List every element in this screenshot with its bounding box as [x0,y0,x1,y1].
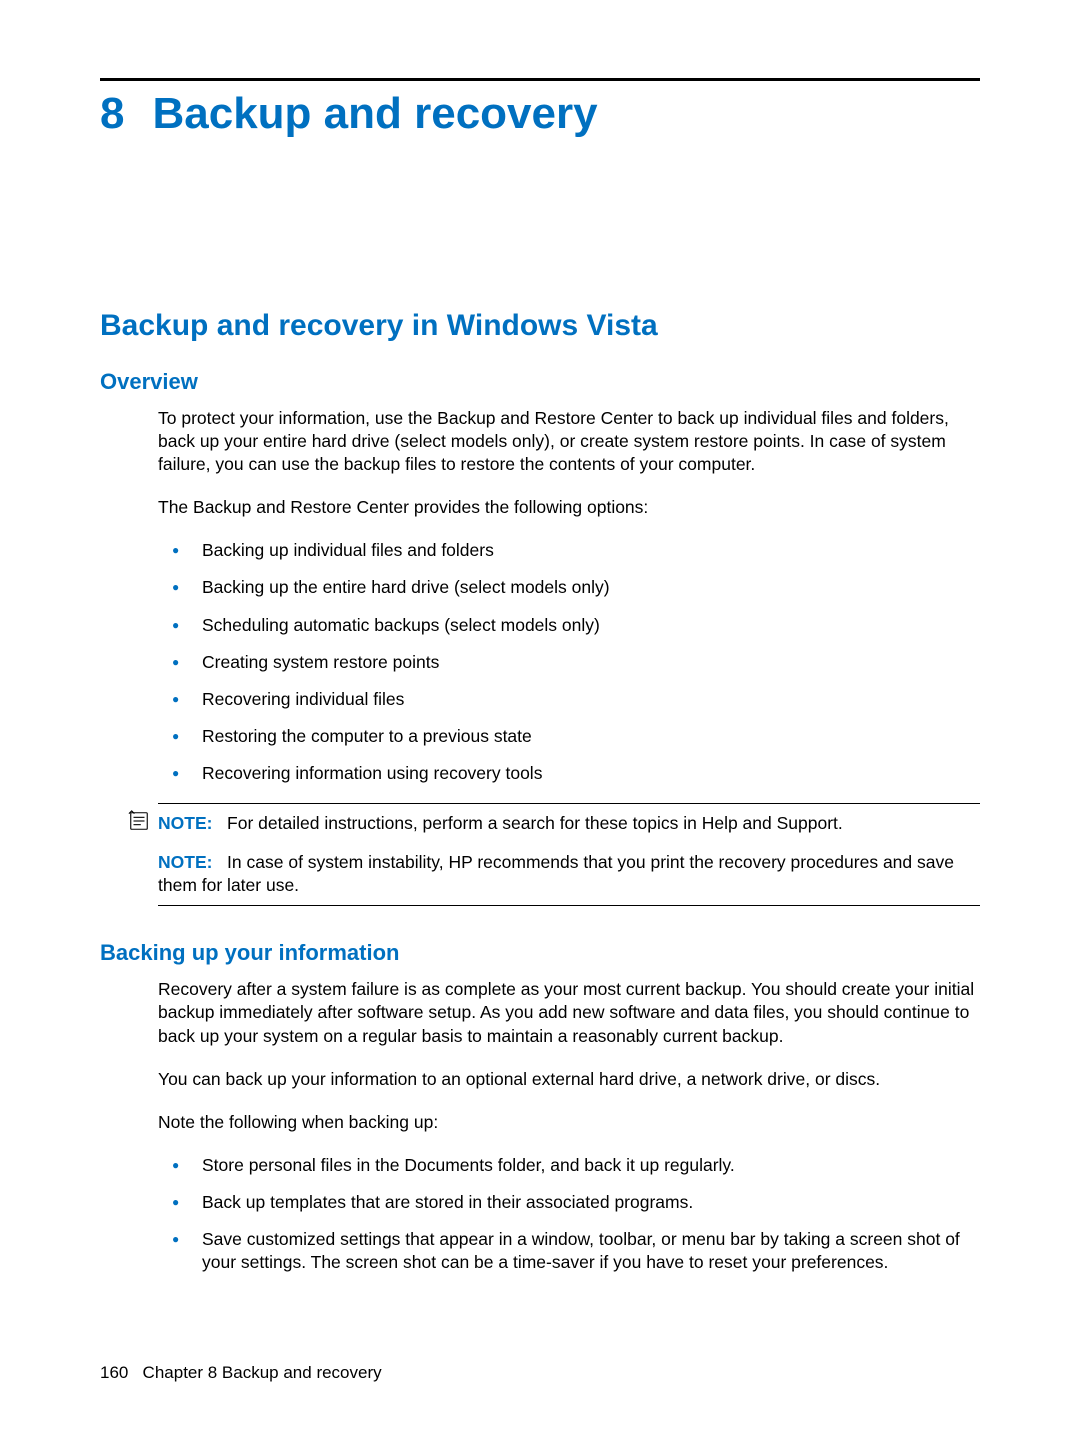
list-item: Recovering individual files [158,688,980,711]
chapter-title: Backup and recovery [152,89,597,139]
note-text: For detailed instructions, perform a sea… [227,813,843,833]
note-box: NOTE: For detailed instructions, perform… [158,803,980,906]
chapter-number: 8 [100,89,124,139]
chapter-heading: 8 Backup and recovery [100,89,980,139]
list-item: Restoring the computer to a previous sta… [158,725,980,748]
note-2: NOTE: In case of system instability, HP … [158,851,980,897]
backing-up-para-2: You can back up your information to an o… [158,1068,980,1091]
note-text: In case of system instability, HP recomm… [158,852,954,895]
list-item: Backing up the entire hard drive (select… [158,576,980,599]
backing-up-body: Recovery after a system failure is as co… [158,978,980,1274]
backing-up-para-3: Note the following when backing up: [158,1111,980,1134]
backing-up-bullets: Store personal files in the Documents fo… [158,1154,980,1274]
list-item: Creating system restore points [158,651,980,674]
note-icon [128,810,150,832]
top-rule [100,78,980,81]
note-label: NOTE: [158,813,212,833]
backing-up-para-1: Recovery after a system failure is as co… [158,978,980,1047]
footer-chapter-ref: Chapter 8 Backup and recovery [143,1363,382,1382]
list-item: Save customized settings that appear in … [158,1228,980,1274]
backing-up-heading: Backing up your information [100,940,980,966]
overview-para-2: The Backup and Restore Center provides t… [158,496,980,519]
note-label: NOTE: [158,852,212,872]
overview-bullets: Backing up individual files and folders … [158,539,980,785]
overview-heading: Overview [100,369,980,395]
list-item: Back up templates that are stored in the… [158,1191,980,1214]
overview-body: To protect your information, use the Bac… [158,407,980,906]
list-item: Scheduling automatic backups (select mod… [158,614,980,637]
list-item: Recovering information using recovery to… [158,762,980,785]
list-item: Store personal files in the Documents fo… [158,1154,980,1177]
page-number: 160 [100,1363,128,1382]
page-footer: 160 Chapter 8 Backup and recovery [100,1363,382,1383]
section-title: Backup and recovery in Windows Vista [100,309,980,343]
list-item: Backing up individual files and folders [158,539,980,562]
note-1: NOTE: For detailed instructions, perform… [158,812,980,835]
overview-para-1: To protect your information, use the Bac… [158,407,980,476]
